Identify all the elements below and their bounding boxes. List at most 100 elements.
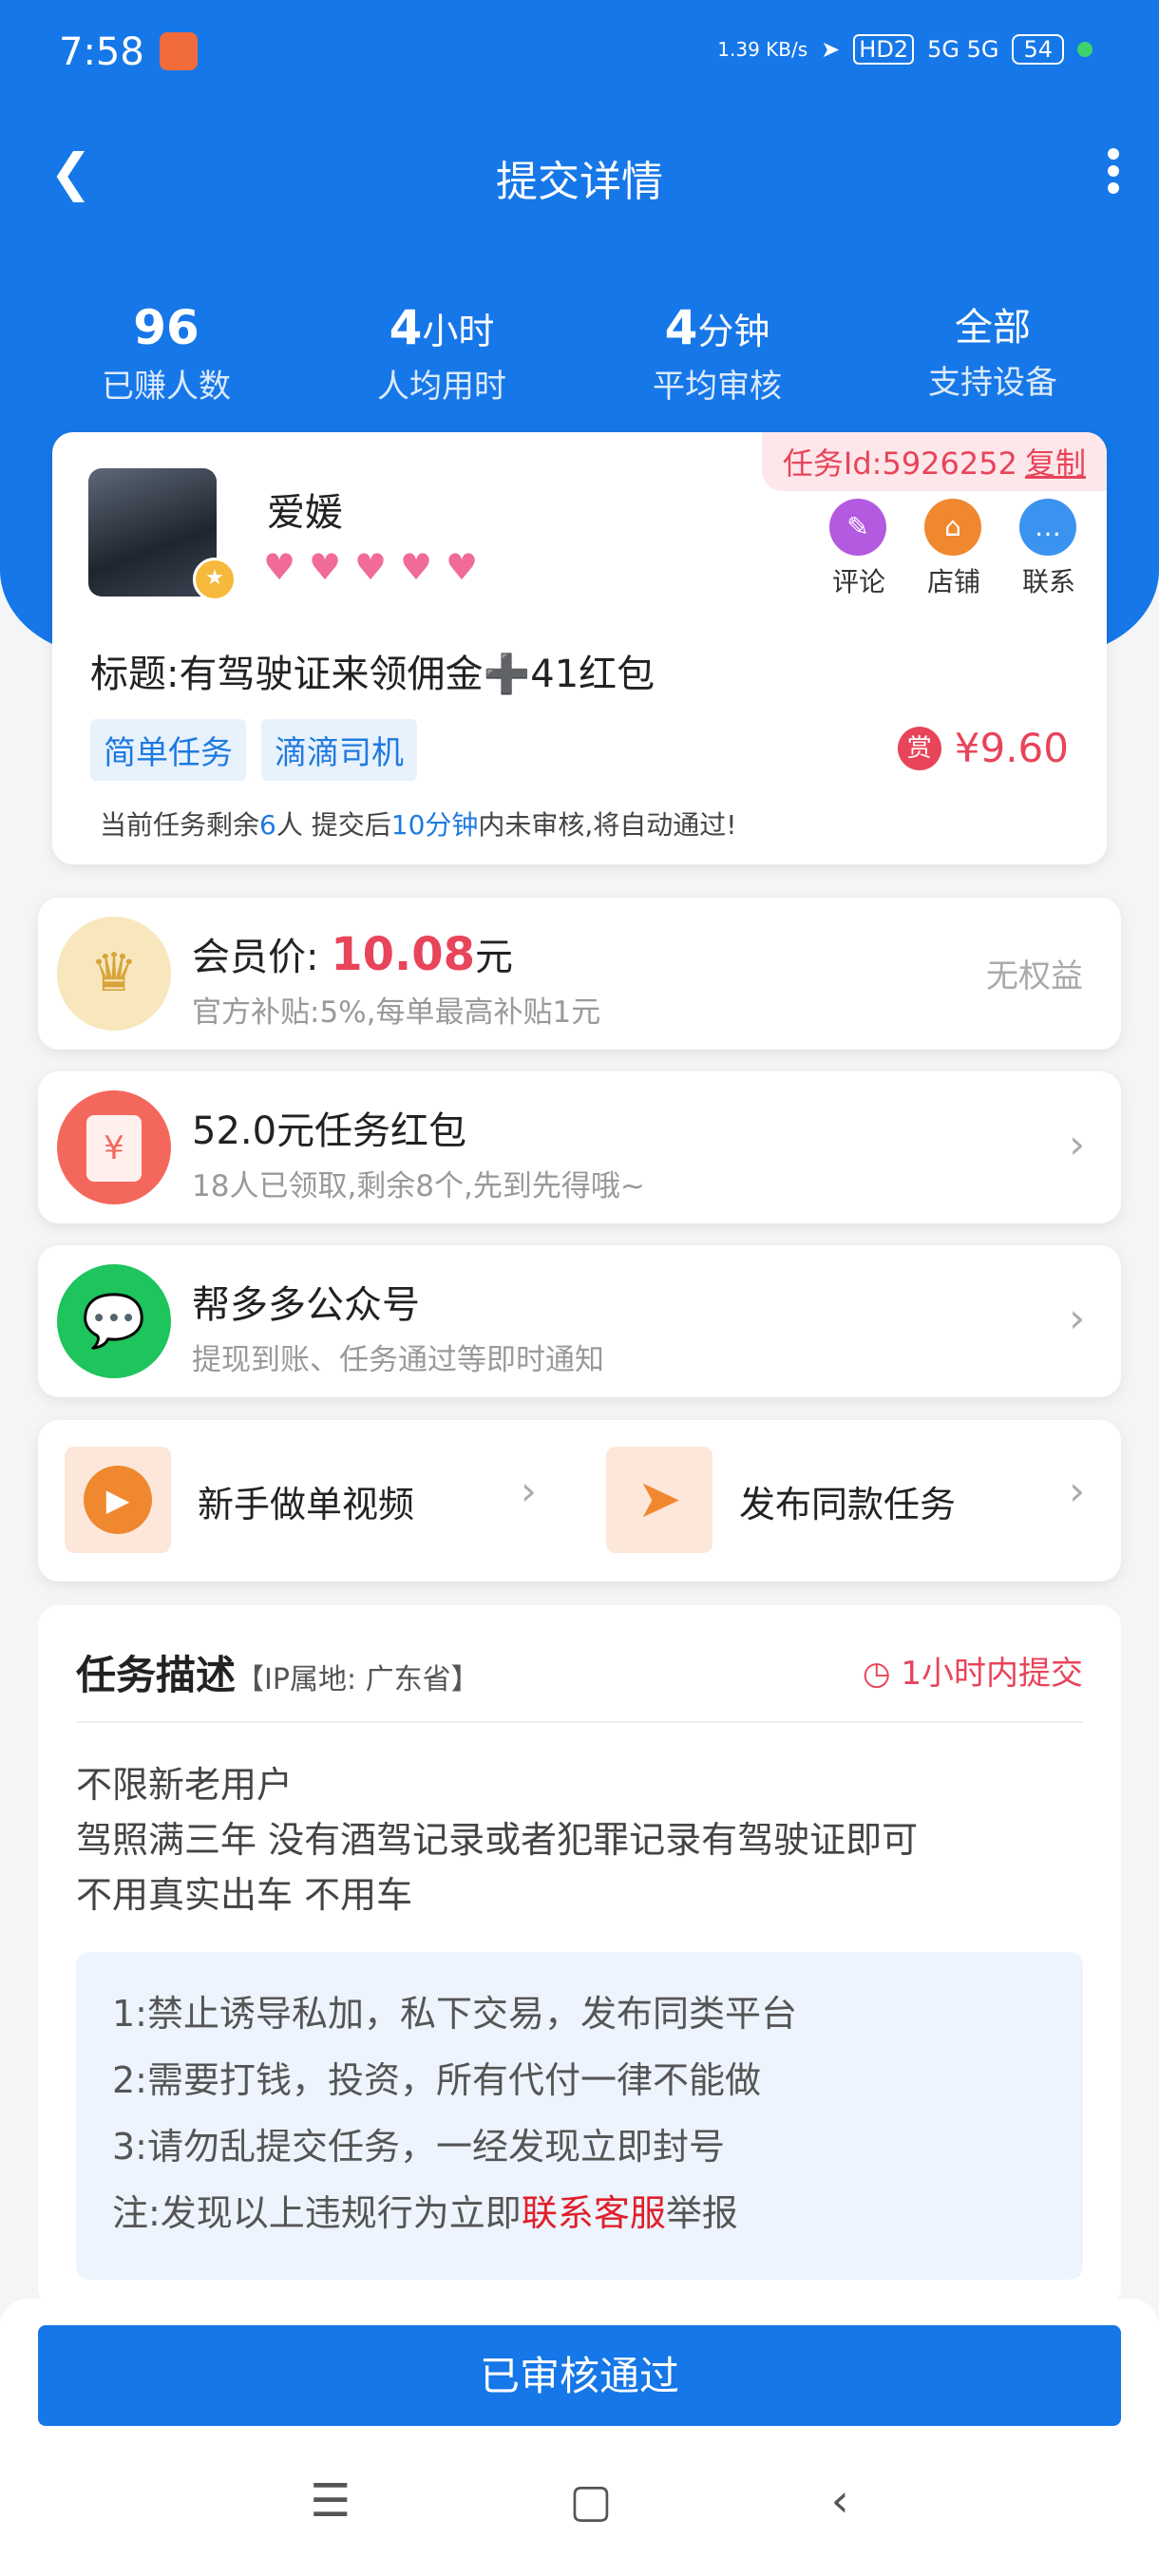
description-title: 任务描述 [76, 1652, 237, 1698]
description-line: 不限新老用户 [76, 1764, 294, 1806]
heart-icon: ♥ [446, 546, 479, 588]
app-notification-icon [160, 32, 198, 70]
publish-task-link[interactable]: 发布同款任务 [739, 1475, 956, 1527]
stat-value: 96 [133, 300, 200, 355]
rule-line: 2:需要打钱，投资，所有代付一律不能做 [112, 2059, 761, 2101]
description-line: 驾照满三年 没有酒驾记录或者犯罪记录有驾驶证即可 [76, 1819, 919, 1861]
clock-icon: ◷ [862, 1655, 891, 1693]
notice-text: 内未审核,将自动通过! [478, 809, 737, 841]
status-time: 7:58 [59, 30, 144, 74]
chat-icon: … [1019, 499, 1076, 556]
task-card: ★ 爱媛 ♥ ♥ ♥ ♥ ♥ 任务Id:5926252 复制 ✎ 评论 ⌂ 店铺 … [52, 432, 1107, 864]
member-price: 会员价: 10.08元 [192, 926, 513, 981]
notice-time: 10分钟 [390, 809, 479, 841]
ip-location: 【IP属地: 广东省】 [236, 1663, 480, 1696]
approved-button[interactable]: 已审核通过 [38, 2325, 1121, 2426]
redpack-sub: 18人已领取,剩余8个,先到先得哦~ [192, 1169, 645, 1203]
redpack-card[interactable]: ¥ 52.0元任务红包 18人已领取,剩余8个,先到先得哦~ › [38, 1071, 1121, 1223]
description-line: 不用真实出车 不用车 [76, 1874, 413, 1916]
action-label: 店铺 [926, 566, 980, 597]
shop-icon: ⌂ [924, 499, 981, 556]
submit-timer: ◷ 1小时内提交 [863, 1647, 1083, 1694]
heart-icon: ♥ [354, 546, 388, 588]
wechat-card[interactable]: 💬 帮多多公众号 提现到账、任务通过等即时通知 › [38, 1245, 1121, 1397]
action-label: 评论 [831, 566, 885, 597]
tag: 简单任务 [90, 719, 246, 781]
comment-icon: ✎ [829, 499, 886, 556]
member-label: 会员价: [192, 936, 319, 979]
reward: 赏 ¥9.60 [897, 725, 1069, 771]
stat-label: 平均审核 [653, 368, 782, 406]
rule-line: 1:禁止诱导私加，私下交易，发布同类平台 [112, 1993, 797, 2035]
notice-count: 6 [259, 809, 276, 841]
member-price-card[interactable]: ♛ 会员价: 10.08元 官方补贴:5%,每单最高补贴1元 无权益 [38, 898, 1121, 1050]
back-nav-icon[interactable]: ‹ [831, 2474, 849, 2528]
rule-note: 注:发现以上违规行为立即联系客服举报 [112, 2180, 797, 2246]
stat-value: 全部 [955, 306, 1031, 350]
send-icon: ➤ [606, 1447, 712, 1553]
stat-earned: 96 已赚人数 [38, 299, 294, 407]
signal-icon: 5G 5G [927, 36, 999, 63]
heart-icon: ♥ [309, 546, 342, 588]
quick-links: ▶ 新手做单视频 › ➤ 发布同款任务 › [38, 1420, 1121, 1582]
stat-label: 人均用时 [377, 368, 506, 406]
net-speed: 1.39 KB/s [717, 38, 808, 61]
home-icon[interactable]: ▢ [569, 2474, 612, 2528]
chevron-right-icon: › [1069, 1295, 1085, 1341]
description-body: 不限新老用户 驾照满三年 没有酒驾记录或者犯罪记录有驾驶证即可 不用真实出车 不… [76, 1757, 918, 1923]
member-unit: 元 [475, 936, 514, 979]
chevron-right-icon: › [1069, 1121, 1085, 1167]
video-icon: ▶ [65, 1447, 171, 1553]
shop-button[interactable]: ⌂ 店铺 [924, 499, 983, 599]
tag: 滴滴司机 [261, 719, 417, 781]
star-badge-icon: ★ [193, 558, 237, 601]
rules-list: 1:禁止诱导私加，私下交易，发布同类平台 2:需要打钱，投资，所有代付一律不能做… [112, 1980, 797, 2246]
divider [76, 1721, 1083, 1723]
location-icon: ➤ [821, 36, 841, 63]
stat-value: 4 [389, 300, 423, 355]
stat-label: 已赚人数 [102, 368, 231, 406]
page-title: 提交详情 [496, 158, 663, 206]
task-notice: 当前任务剩余6人 提交后10分钟内未审核,将自动通过! [100, 805, 737, 843]
description-card: 任务描述【IP属地: 广东省】 ◷ 1小时内提交 不限新老用户 驾照满三年 没有… [38, 1605, 1121, 2308]
tutorial-video-link[interactable]: 新手做单视频 [198, 1475, 414, 1527]
stat-unit: 小时 [422, 311, 495, 352]
heart-icon: ♥ [263, 546, 296, 588]
wechat-title: 帮多多公众号 [192, 1283, 420, 1327]
reward-amount: ¥9.60 [954, 725, 1069, 771]
status-icons: 1.39 KB/s ➤ HD2 5G 5G 54 [717, 34, 1092, 65]
description-heading: 任务描述【IP属地: 广东省】 [76, 1643, 480, 1701]
notice-text: 当前任务剩余 [100, 809, 260, 841]
task-id: 任务Id:5926252 [782, 445, 1017, 482]
system-nav: ☰ ▢ ‹ [0, 2474, 1159, 2528]
bottom-bar: 已审核通过 [0, 2299, 1159, 2576]
stat-label: 支持设备 [928, 364, 1057, 402]
member-subsidy: 官方补贴:5%,每单最高补贴1元 [192, 995, 601, 1030]
stats-row: 96 已赚人数 4小时 人均用时 4分钟 平均审核 全部 支持设备 [38, 299, 1121, 407]
wechat-sub: 提现到账、任务通过等即时通知 [192, 1343, 604, 1377]
stat-review: 4分钟 平均审核 [589, 299, 846, 407]
contact-service-link[interactable]: 联系客服 [522, 2192, 666, 2234]
action-label: 联系 [1021, 566, 1075, 597]
contact-button[interactable]: … 联系 [1019, 499, 1078, 599]
menu-icon[interactable]: ☰ [310, 2474, 351, 2528]
battery-icon: 54 [1012, 34, 1064, 65]
member-price-value: 10.08 [331, 928, 476, 981]
hd-icon: HD2 [853, 34, 915, 65]
rules-box: 1:禁止诱导私加，私下交易，发布同类平台 2:需要打钱，投资，所有代付一律不能做… [76, 1952, 1083, 2280]
heart-icon: ♥ [400, 546, 433, 588]
rating-hearts: ♥ ♥ ♥ ♥ ♥ [263, 548, 484, 586]
comment-button[interactable]: ✎ 评论 [829, 499, 888, 599]
chevron-right-icon: › [521, 1468, 537, 1514]
copy-link[interactable]: 复制 [1025, 445, 1086, 482]
more-icon[interactable] [1108, 142, 1121, 199]
redpack-icon: ¥ [57, 1090, 171, 1204]
task-id-badge: 任务Id:5926252 复制 [761, 432, 1107, 491]
dot-icon [1077, 42, 1092, 57]
crown-icon: ♛ [57, 917, 171, 1031]
username: 爱媛 [267, 491, 343, 535]
shop-actions: ✎ 评论 ⌂ 店铺 … 联系 [829, 499, 1078, 599]
stat-devices: 全部 支持设备 [864, 299, 1121, 407]
wechat-icon: 💬 [57, 1264, 171, 1378]
stat-avg-time: 4小时 人均用时 [314, 299, 570, 407]
